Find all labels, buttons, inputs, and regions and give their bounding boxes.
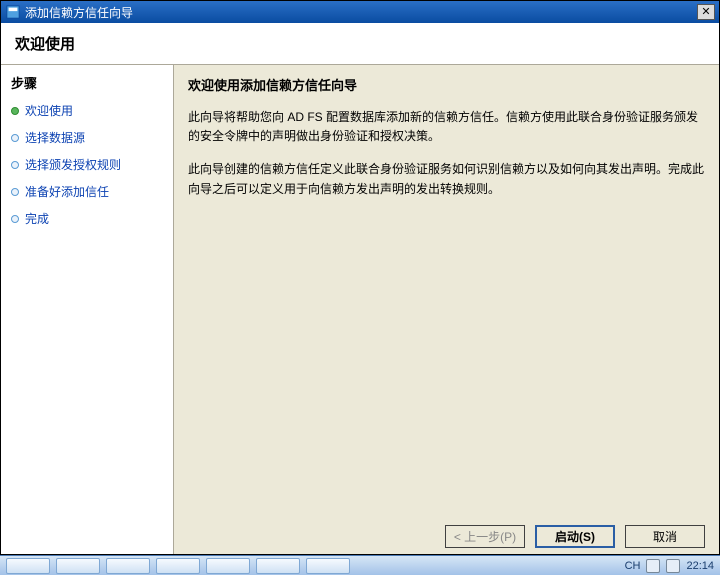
taskbar-item[interactable] <box>256 558 300 574</box>
taskbar-item[interactable] <box>6 558 50 574</box>
wizard-content: 欢迎使用添加信赖方信任向导 此向导将帮助您向 AD FS 配置数据库添加新的信赖… <box>174 65 719 554</box>
tray-icon[interactable] <box>666 559 680 573</box>
wizard-header: 欢迎使用 <box>1 23 719 65</box>
content-paragraph: 此向导创建的信赖方信任定义此联合身份验证服务如何识别信赖方以及如何向其发出声明。… <box>188 160 705 198</box>
system-tray: CH 22:14 <box>625 559 720 573</box>
button-row: < 上一步(P) 启动(S) 取消 <box>188 519 705 550</box>
step-bullet-icon <box>11 134 19 142</box>
taskbar-item[interactable] <box>106 558 150 574</box>
taskbar-item[interactable] <box>206 558 250 574</box>
step-authrules[interactable]: 选择颁发授权规则 <box>11 156 163 173</box>
close-button[interactable]: ✕ <box>697 4 715 20</box>
steps-sidebar: 步骤 欢迎使用 选择数据源 选择颁发授权规则 准备好添加信任 完成 <box>1 65 174 554</box>
wizard-body: 步骤 欢迎使用 选择数据源 选择颁发授权规则 准备好添加信任 完成 <box>1 65 719 554</box>
step-welcome[interactable]: 欢迎使用 <box>11 102 163 119</box>
step-datasource[interactable]: 选择数据源 <box>11 129 163 146</box>
tray-icon[interactable] <box>646 559 660 573</box>
step-label: 选择颁发授权规则 <box>25 156 121 173</box>
taskbar-item[interactable] <box>156 558 200 574</box>
previous-button[interactable]: < 上一步(P) <box>445 525 525 548</box>
taskbar[interactable]: CH 22:14 <box>0 555 720 575</box>
content-paragraph: 此向导将帮助您向 AD FS 配置数据库添加新的信赖方信任。信赖方使用此联合身份… <box>188 108 705 146</box>
content-title: 欢迎使用添加信赖方信任向导 <box>188 75 705 94</box>
cancel-button[interactable]: 取消 <box>625 525 705 548</box>
clock[interactable]: 22:14 <box>686 560 714 572</box>
step-finish[interactable]: 完成 <box>11 210 163 227</box>
taskbar-item[interactable] <box>56 558 100 574</box>
taskbar-item[interactable] <box>306 558 350 574</box>
language-indicator[interactable]: CH <box>625 560 641 572</box>
step-bullet-icon <box>11 161 19 169</box>
page-title: 欢迎使用 <box>15 33 75 54</box>
wizard-window: 添加信赖方信任向导 ✕ 欢迎使用 步骤 欢迎使用 选择数据源 选择颁发授权规则 <box>0 0 720 555</box>
step-label: 准备好添加信任 <box>25 183 109 200</box>
start-button[interactable]: 启动(S) <box>535 525 615 548</box>
step-label: 欢迎使用 <box>25 102 73 119</box>
title-bar[interactable]: 添加信赖方信任向导 ✕ <box>1 1 719 23</box>
app-icon <box>5 4 21 20</box>
steps-title: 步骤 <box>11 73 163 92</box>
step-bullet-icon <box>11 215 19 223</box>
step-label: 选择数据源 <box>25 129 85 146</box>
step-ready[interactable]: 准备好添加信任 <box>11 183 163 200</box>
step-bullet-icon <box>11 188 19 196</box>
step-bullet-icon <box>11 107 19 115</box>
step-label: 完成 <box>25 210 49 227</box>
close-icon: ✕ <box>701 7 710 18</box>
window-title: 添加信赖方信任向导 <box>25 4 133 21</box>
